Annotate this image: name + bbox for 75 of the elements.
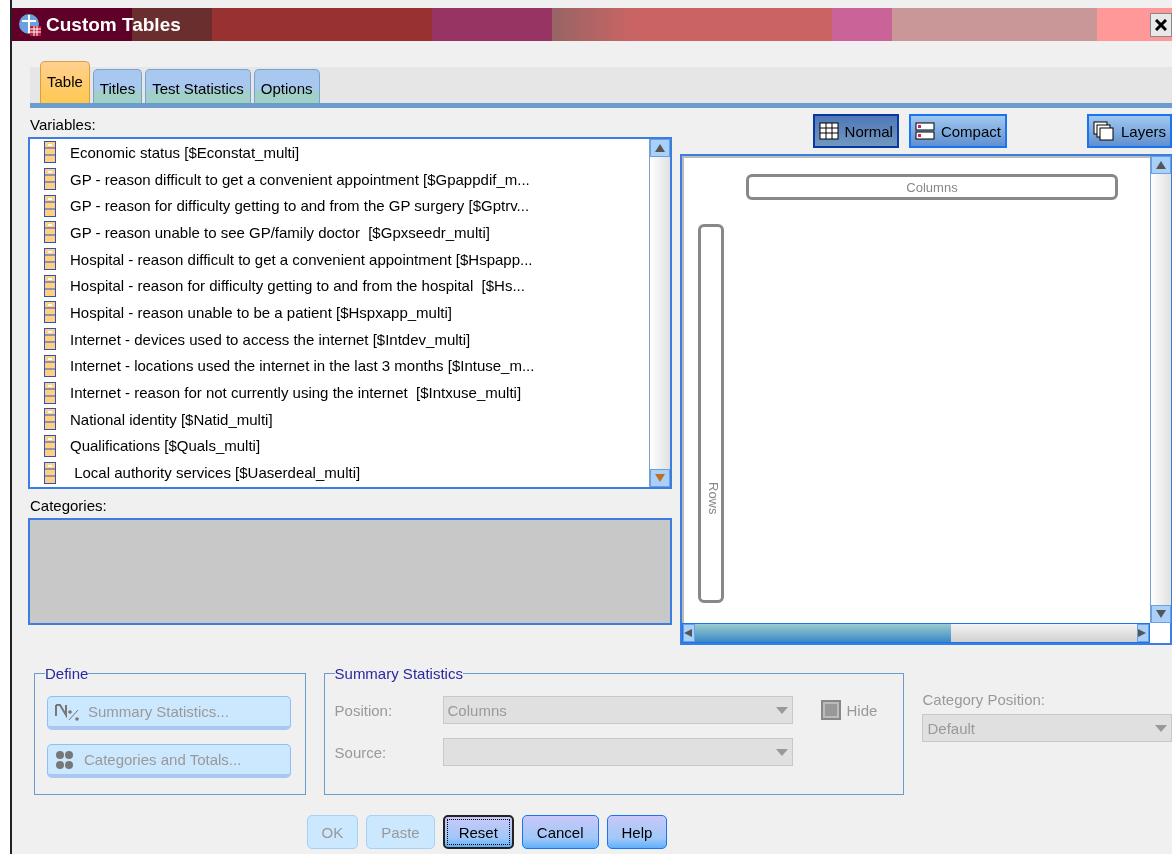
- variable-item[interactable]: Hospital - reason difficult to get a convenient appointment [$Hspapp...: [70, 250, 533, 268]
- category-position-label: Category Position:: [922, 691, 1047, 708]
- variable-icon: [44, 381, 56, 404]
- group-title: Summary Statistics: [334, 665, 463, 682]
- variable-icon: [44, 354, 56, 377]
- columns-drop-zone[interactable]: Columns: [746, 174, 1118, 200]
- variable-item[interactable]: Internet - locations used the internet in the last 3 months [$Intuse_m...: [70, 357, 535, 375]
- variable-icon: [44, 141, 56, 164]
- dropdown-value: Columns: [447, 701, 507, 719]
- variable-item[interactable]: Hospital - reason unable to be a patient [$Hspxapp_multi]: [70, 303, 452, 321]
- layers-icon: [1092, 121, 1115, 141]
- tab[interactable]: Table: [40, 61, 90, 103]
- horizontal-scrollbar[interactable]: [682, 623, 1150, 643]
- variable-item[interactable]: GP - reason difficult to get a convenient appointment [$Gpappdif_m...: [70, 170, 530, 188]
- scroll-down-button[interactable]: [650, 469, 670, 487]
- compact-icon: [914, 122, 935, 140]
- view-button[interactable]: Normal: [812, 114, 899, 148]
- scroll-right-icon: [1138, 629, 1148, 637]
- scroll-thumb[interactable]: [695, 624, 951, 642]
- variable-item[interactable]: Local authority services [$Uaserdeal_multi]: [70, 464, 361, 482]
- variable-icon: [44, 221, 56, 244]
- scroll-up-button[interactable]: [650, 139, 670, 157]
- variables-label: Variables:: [29, 115, 97, 135]
- scroll-arrow-icon: [1156, 610, 1166, 618]
- variable-item[interactable]: GP - reason for difficulty getting to and from the GP surgery [$Gptrv...: [70, 197, 530, 215]
- scroll-down-button[interactable]: [1151, 605, 1171, 623]
- variable-item[interactable]: Internet - devices used to access the internet [$Intdev_multi]: [70, 330, 471, 348]
- window-title: Custom Tables: [46, 13, 181, 36]
- scroll-left-icon: [684, 629, 694, 637]
- dialog-button[interactable]: Help: [606, 815, 668, 849]
- source-label: Source:: [334, 743, 388, 761]
- variable-icon: [44, 461, 56, 484]
- tab[interactable]: Options: [253, 69, 320, 103]
- variable-item[interactable]: GP - reason unable to see GP/family doctor [$Gpxseedr_multi]: [70, 223, 490, 241]
- close-button[interactable]: [1150, 12, 1172, 37]
- scroll-down-icon: [655, 474, 665, 482]
- hide-label: Hide: [846, 701, 878, 719]
- variable-icon: [44, 194, 56, 217]
- variable-icon: [44, 301, 56, 324]
- rows-drop-zone[interactable]: Rows: [698, 224, 724, 603]
- variable-item[interactable]: Internet - reason for not currently using the internet [$Intxuse_multi]: [70, 384, 522, 402]
- dots-icon: [54, 749, 76, 770]
- group-title: Define: [45, 665, 89, 682]
- variable-icon: [44, 274, 56, 297]
- scroll-left-button[interactable]: [683, 624, 695, 642]
- percent-icon: [54, 701, 80, 722]
- categories-label: Categories:: [29, 496, 108, 516]
- app-icon: [18, 12, 42, 37]
- scroll-up-button[interactable]: [1151, 156, 1171, 174]
- table-icon: [818, 122, 839, 140]
- variable-item[interactable]: Hospital - reason for difficulty getting to and from the hospital [$Hs...: [70, 277, 525, 295]
- dialog-button[interactable]: Cancel: [521, 815, 599, 849]
- scroll-up-icon: [655, 144, 665, 152]
- dropdown-arrow-icon: [775, 748, 788, 756]
- tab[interactable]: Test Statistics: [145, 69, 251, 103]
- dropdown-arrow-icon: [1155, 724, 1167, 732]
- variable-item[interactable]: Qualifications [$Quals_multi]: [70, 437, 261, 455]
- variable-icon: [44, 408, 56, 431]
- hide-checkbox[interactable]: [820, 700, 841, 720]
- tab[interactable]: Titles: [92, 69, 143, 103]
- variable-icon: [44, 248, 56, 271]
- position-label: Position:: [334, 701, 394, 719]
- variable-item[interactable]: Economic status [$Econstat_multi]: [70, 143, 300, 161]
- variable-icon: [44, 168, 56, 191]
- variable-icon: [44, 434, 56, 457]
- dialog-button[interactable]: Reset: [442, 815, 514, 849]
- view-button[interactable]: Layers: [1086, 114, 1172, 148]
- variable-icon: [44, 328, 56, 351]
- dropdown-value: Default: [927, 719, 975, 737]
- close-icon: [1155, 18, 1167, 31]
- scroll-right-button[interactable]: [1137, 624, 1149, 642]
- dropdown-arrow-icon: [775, 706, 788, 714]
- variable-item[interactable]: National identity [$Natid_multi]: [70, 410, 273, 428]
- scroll-up-icon: [1156, 161, 1166, 169]
- view-button[interactable]: Compact: [908, 114, 1007, 148]
